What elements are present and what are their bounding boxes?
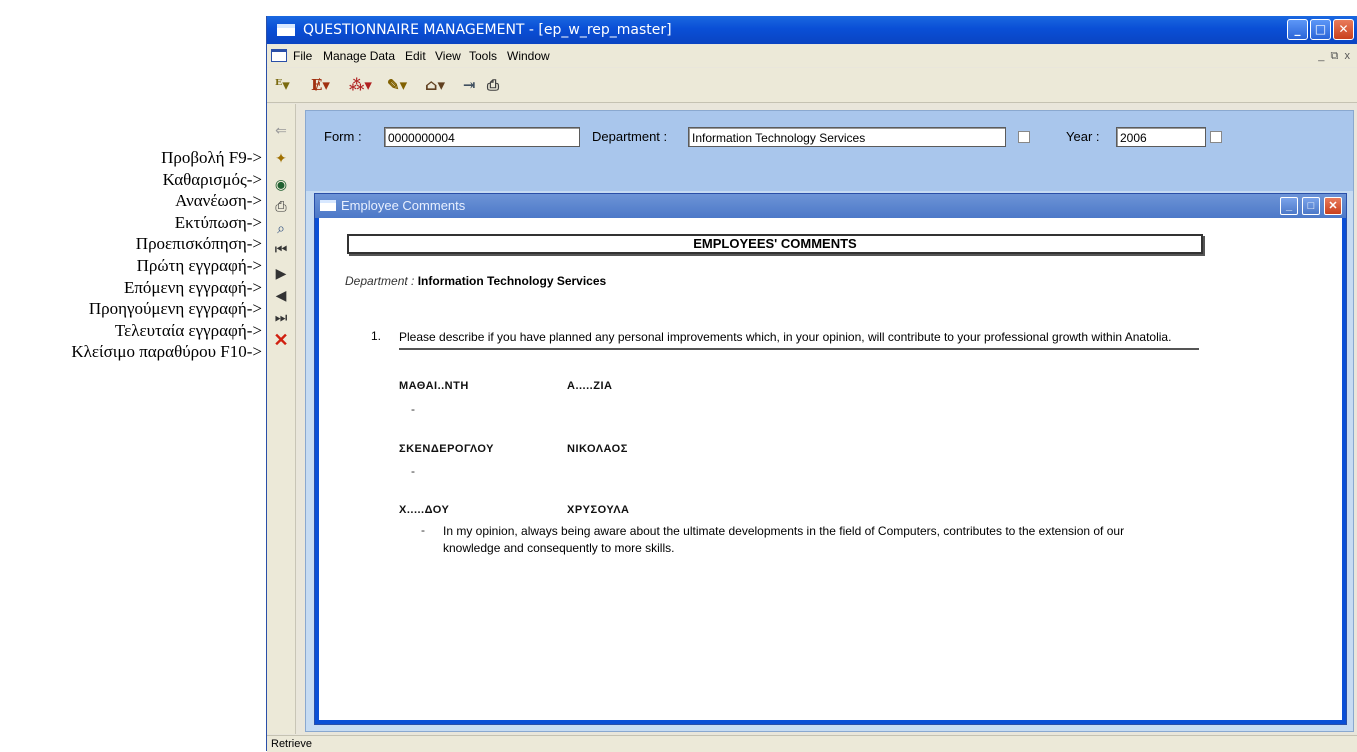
annotation-clear: Καθαρισμός-> xyxy=(162,169,262,189)
report-department-label: Department : xyxy=(345,274,415,288)
child-close-button[interactable]: ✕ xyxy=(1324,197,1342,215)
annotation-previous-record: Προηγούμενη εγγραφή-> xyxy=(88,299,262,319)
next-record-icon[interactable]: ▶ xyxy=(271,264,291,284)
menu-manage-data[interactable]: Manage Data xyxy=(323,45,395,67)
menu-file[interactable]: File xyxy=(293,45,312,67)
report-department-value: Information Technology Services xyxy=(417,274,607,288)
response-surname: Χ.....ΔΟΥ xyxy=(399,504,450,516)
department-checkbox[interactable] xyxy=(1018,131,1030,143)
response-surname: ΣΚΕΝΔΕΡΟΓΛΟΥ xyxy=(399,443,495,455)
child-window-icon xyxy=(320,200,336,211)
menu-edit[interactable]: Edit xyxy=(405,45,426,67)
new-entry-icon[interactable]: ᴱ▾ xyxy=(275,74,290,96)
response-first-name: ΝΙΚΟΛΑΟΣ xyxy=(567,443,628,455)
menu-tools[interactable]: Tools xyxy=(469,45,497,67)
printer-icon[interactable]: ⎙ xyxy=(487,74,499,96)
annotation-close-window: Κλείσιμο παραθύρου F10-> xyxy=(71,342,262,362)
app-window: QUESTIONNAIRE MANAGEMENT - [ep_w_rep_mas… xyxy=(266,16,1357,752)
response-dash: - xyxy=(411,464,415,478)
form-label: Form : xyxy=(324,129,362,144)
annotation-preview: Προεπισκόπηση-> xyxy=(135,234,262,254)
grid-icon[interactable]: ⁂▾ xyxy=(349,74,372,96)
year-checkbox[interactable] xyxy=(1210,131,1222,143)
maximize-button[interactable]: □ xyxy=(1310,19,1331,40)
child-window-title: Employee Comments xyxy=(341,198,466,213)
response-comment: In my opinion, always being aware about … xyxy=(443,524,1125,555)
question-text: Please describe if you have planned any … xyxy=(399,329,1199,350)
department-label: Department : xyxy=(592,129,668,144)
response-dash: - xyxy=(411,402,415,416)
menu-view[interactable]: View xyxy=(435,45,461,67)
report-department-line: Department : Information Technology Serv… xyxy=(345,274,606,288)
response-dash: - xyxy=(421,523,425,537)
form-area: Form : 0000000004 Department : Informati… xyxy=(305,110,1354,732)
menu-bar: File Manage Data Edit View Tools Window … xyxy=(267,45,1357,67)
response-first-name: Α.....ΖΙΑ xyxy=(567,380,613,392)
back-icon[interactable]: ⇐ xyxy=(271,120,291,140)
year-label: Year : xyxy=(1066,129,1100,144)
department-field[interactable]: Information Technology Services xyxy=(688,127,1006,147)
filter-bar: Form : 0000000004 Department : Informati… xyxy=(306,111,1353,191)
window-icon xyxy=(277,24,295,36)
annotation-refresh: Ανανέωση-> xyxy=(175,191,262,211)
vertical-toolbar: ⇐ ✦ ◉ ⎙ ⌕ ⏮ ▶ ◀ ⏭ ✕ xyxy=(267,104,296,734)
report-heading: EMPLOYEES' COMMENTS xyxy=(347,234,1203,254)
view-icon[interactable]: ✦ xyxy=(271,148,291,168)
last-record-icon[interactable]: ⏭ xyxy=(271,308,291,328)
annotation-last-record: Τελευταία εγγραφή-> xyxy=(114,320,262,340)
annotation-next-record: Επόμενη εγγραφή-> xyxy=(123,277,262,297)
document-icon[interactable] xyxy=(271,49,287,62)
year-field[interactable]: 2006 xyxy=(1116,127,1206,147)
edit-entry-icon[interactable]: Ɇ▾ xyxy=(311,74,330,96)
question-number: 1. xyxy=(371,329,382,343)
annotation-view: Προβολή F9-> xyxy=(161,148,262,167)
child-title-bar[interactable]: Employee Comments _ □ ✕ xyxy=(315,194,1346,218)
annotation-first-record: Πρώτη εγγραφή-> xyxy=(136,255,262,275)
building-icon[interactable]: ⌂▾ xyxy=(425,74,445,96)
clear-icon[interactable]: ◉ xyxy=(271,174,291,194)
title-bar[interactable]: QUESTIONNAIRE MANAGEMENT - [ep_w_rep_mas… xyxy=(267,16,1357,44)
employee-comments-window: Employee Comments _ □ ✕ EMPLOYEES' COMME… xyxy=(314,193,1347,725)
status-bar: Retrieve xyxy=(267,735,1357,752)
window-title: QUESTIONNAIRE MANAGEMENT - [ep_w_rep_mas… xyxy=(303,22,672,38)
report-body: EMPLOYEES' COMMENTS Department : Informa… xyxy=(319,218,1342,720)
mdi-controls[interactable]: _ ⧉ x xyxy=(1318,45,1350,67)
response-surname: ΜΑΘΑΙ..ΝΤΗ xyxy=(399,380,469,392)
minimize-button[interactable]: _ xyxy=(1287,19,1308,40)
menu-window[interactable]: Window xyxy=(507,45,550,67)
previous-record-icon[interactable]: ◀ xyxy=(271,286,291,306)
form-field[interactable]: 0000000004 xyxy=(384,127,580,147)
child-maximize-button[interactable]: □ xyxy=(1302,197,1320,215)
exit-icon[interactable]: ⇥ xyxy=(463,74,476,96)
close-window-icon[interactable]: ✕ xyxy=(271,330,291,350)
close-button[interactable]: ✕ xyxy=(1333,19,1354,40)
response-first-name: ΧΡΥΣΟΥΛΑ xyxy=(567,504,630,516)
preview-icon[interactable]: ⌕ xyxy=(271,218,291,238)
first-record-icon[interactable]: ⏮ xyxy=(271,240,291,260)
refresh-icon[interactable]: ⎙ xyxy=(271,196,291,216)
child-minimize-button[interactable]: _ xyxy=(1280,197,1298,215)
tools-icon[interactable]: ✎▾ xyxy=(387,74,407,96)
annotation-labels: Προβολή F9-> Καθαρισμός-> Ανανέωση-> Εκτ… xyxy=(0,147,262,363)
annotation-print: Εκτύπωση-> xyxy=(174,212,262,232)
main-toolbar: ᴱ▾ Ɇ▾ ⁂▾ ✎▾ ⌂▾ ⇥ ⎙ xyxy=(267,68,1357,103)
